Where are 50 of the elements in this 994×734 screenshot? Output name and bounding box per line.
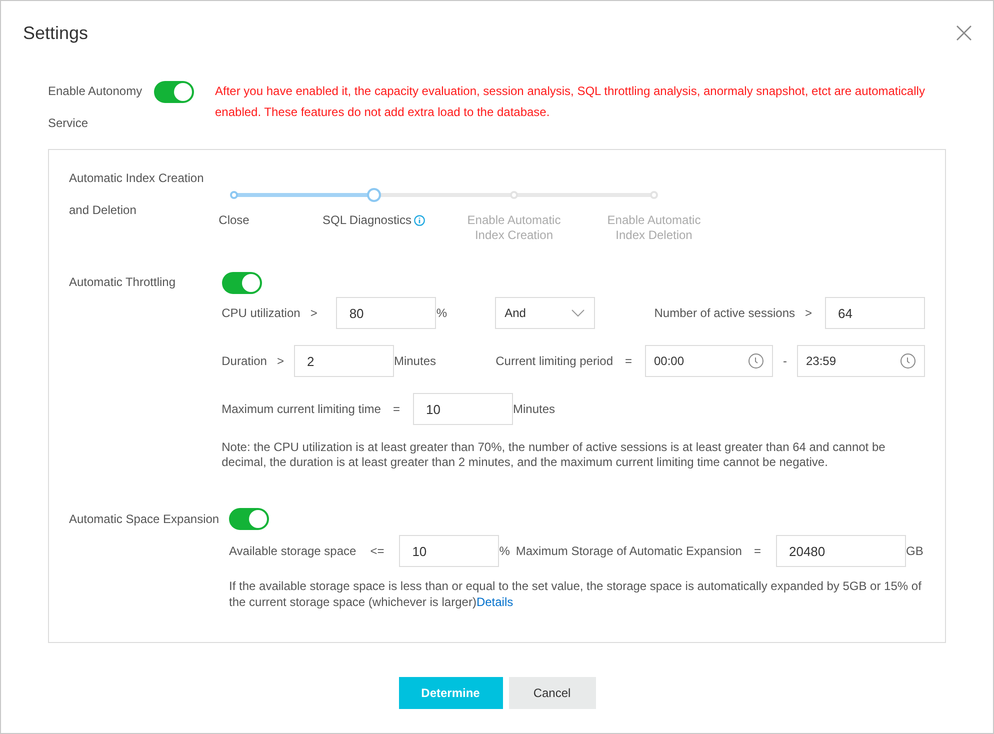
field-label: Maximum Storage of Automatic Expansion bbox=[516, 543, 742, 560]
field-label: Available storage space bbox=[229, 543, 356, 560]
input-field[interactable]: 64 bbox=[825, 297, 925, 329]
unit-text: % bbox=[436, 305, 447, 322]
input-field[interactable]: 20480 bbox=[776, 535, 906, 567]
operator-text: = bbox=[392, 401, 401, 418]
operator-text: > bbox=[310, 305, 318, 322]
operator-text: > bbox=[276, 353, 285, 370]
time-field[interactable]: 23:59 bbox=[797, 345, 925, 377]
field-label: Automatic Index Creation and Deletion bbox=[69, 170, 205, 219]
input-field[interactable]: 10 bbox=[399, 535, 500, 567]
unit-text: Minutes bbox=[512, 401, 556, 418]
note-text: Note: the CPU utilization is at least greater than 70%, the number of active sessions is at least greater than 64 and cannot be decimal, the duration is at least greater than 2 minutes, and the maximum current limiting time cannot be negative. bbox=[222, 440, 886, 470]
logic-select[interactable]: And bbox=[494, 297, 595, 329]
toggle-switch[interactable] bbox=[222, 272, 262, 294]
field-label: Duration bbox=[222, 353, 267, 370]
unit-text: GB bbox=[906, 543, 924, 560]
operator-text: = bbox=[625, 353, 634, 370]
unit-text: % bbox=[499, 543, 510, 560]
field-label: CPU utilization bbox=[222, 305, 300, 322]
field-label: Automatic Space Expansion bbox=[69, 511, 220, 528]
toggle-switch[interactable] bbox=[154, 81, 194, 103]
operator-text: > bbox=[805, 305, 814, 322]
slider-step-label[interactable]: SQL Diagnostics bbox=[322, 213, 412, 228]
details-link[interactable]: Details bbox=[476, 595, 514, 609]
toggle-switch[interactable] bbox=[229, 508, 269, 530]
input-field[interactable]: 10 bbox=[412, 393, 513, 425]
operator-text: <= bbox=[370, 543, 386, 560]
dialog-title: Settings bbox=[23, 22, 88, 45]
clock-icon bbox=[900, 353, 916, 369]
info-icon bbox=[414, 215, 426, 226]
slider-step-label[interactable]: Close bbox=[218, 213, 250, 228]
note-text: If the available storage space is less than or equal to the set value, the storage space is automatically expanded by 5GB or 15% of the current storage space (whichever is larger)Details bbox=[229, 578, 922, 610]
input-field[interactable]: 2 bbox=[294, 345, 394, 377]
warning-text: After you have enabled it, the capacity evaluation, session analysis, SQL throttling analysis, anormaly snapshot, etct are automatically enabled. These features do not add extra load to the database. bbox=[215, 83, 926, 121]
operator-text: = bbox=[754, 543, 762, 560]
cancel-button[interactable]: Cancel bbox=[508, 677, 596, 709]
field-label: Number of active sessions bbox=[654, 305, 795, 322]
field-label: Maximum current limiting time bbox=[222, 401, 381, 418]
time-field[interactable]: 00:00 bbox=[645, 345, 773, 377]
slider-thumb[interactable] bbox=[367, 188, 381, 202]
clock-icon bbox=[748, 353, 764, 369]
field-label: Enable Autonomy Service bbox=[48, 83, 144, 132]
close-icon[interactable] bbox=[955, 24, 973, 42]
input-field[interactable]: 80 bbox=[336, 297, 436, 329]
chevron-down-icon bbox=[570, 309, 585, 317]
unit-text: Minutes bbox=[394, 353, 436, 370]
field-label: Automatic Throttling bbox=[69, 274, 176, 291]
separator-text: - bbox=[783, 353, 787, 370]
field-label: Current limiting period bbox=[496, 353, 613, 370]
